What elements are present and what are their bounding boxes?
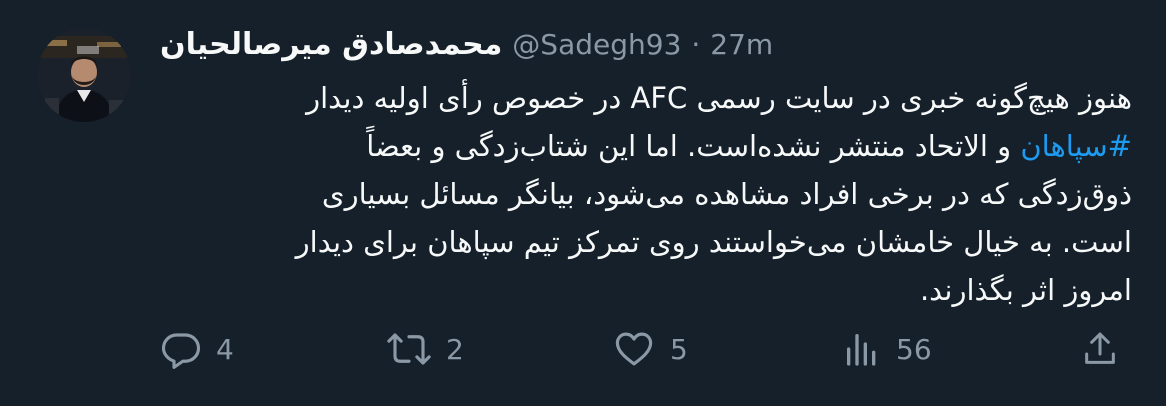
like-count: 5	[670, 332, 688, 366]
action-bar: 4 2 5 56	[0, 324, 1166, 374]
tweet-card[interactable]: محمدصادق میرصالحیان @Sadegh93 · 27m هنوز…	[0, 0, 1166, 406]
reply-icon	[161, 333, 201, 369]
heart-icon	[615, 332, 653, 366]
separator-dot: ·	[691, 27, 701, 61]
tweet-line: ذوق‌زدگی که در برخی افراد مشاهده می‌شود،…	[321, 177, 1132, 211]
tweet-line-text: و الاتحاد منتشر نشده‌است. اما این شتاب‌ز…	[366, 129, 1021, 163]
tweet-text: هنوز هیچ‌گونه خبری در سایت رسمی AFC در خ…	[160, 74, 1132, 314]
views-icon	[847, 334, 876, 366]
reply-count: 4	[216, 332, 234, 366]
share-icon	[1085, 332, 1115, 364]
tweet-line: هنوز هیچ‌گونه خبری در سایت رسمی AFC در خ…	[306, 81, 1132, 115]
share-button[interactable]	[1080, 324, 1120, 374]
tweet-line: امروز اثر بگذارند.	[919, 273, 1132, 307]
views-count: 56	[896, 332, 932, 366]
like-button[interactable]: 5	[612, 324, 688, 374]
tweet-line: است. به خیال خامشان می‌خواستند روی تمرکز…	[295, 225, 1132, 259]
display-name[interactable]: محمدصادق میرصالحیان	[160, 27, 502, 62]
avatar-photo	[37, 28, 131, 122]
tweet-header: محمدصادق میرصالحیان @Sadegh93 · 27m	[160, 24, 773, 64]
timestamp[interactable]: 27m	[710, 28, 773, 61]
reply-button[interactable]: 4	[160, 324, 234, 374]
retweet-button[interactable]: 2	[386, 324, 464, 374]
user-handle[interactable]: @Sadegh93	[512, 28, 681, 61]
avatar[interactable]	[37, 28, 131, 122]
retweet-icon	[387, 333, 431, 365]
tweet-line: #سپاهان و الاتحاد منتشر نشده‌است. اما ای…	[160, 122, 1132, 170]
views-button[interactable]: 56	[842, 324, 932, 374]
retweet-count: 2	[446, 332, 464, 366]
hashtag-link[interactable]: #سپاهان	[1020, 129, 1132, 163]
